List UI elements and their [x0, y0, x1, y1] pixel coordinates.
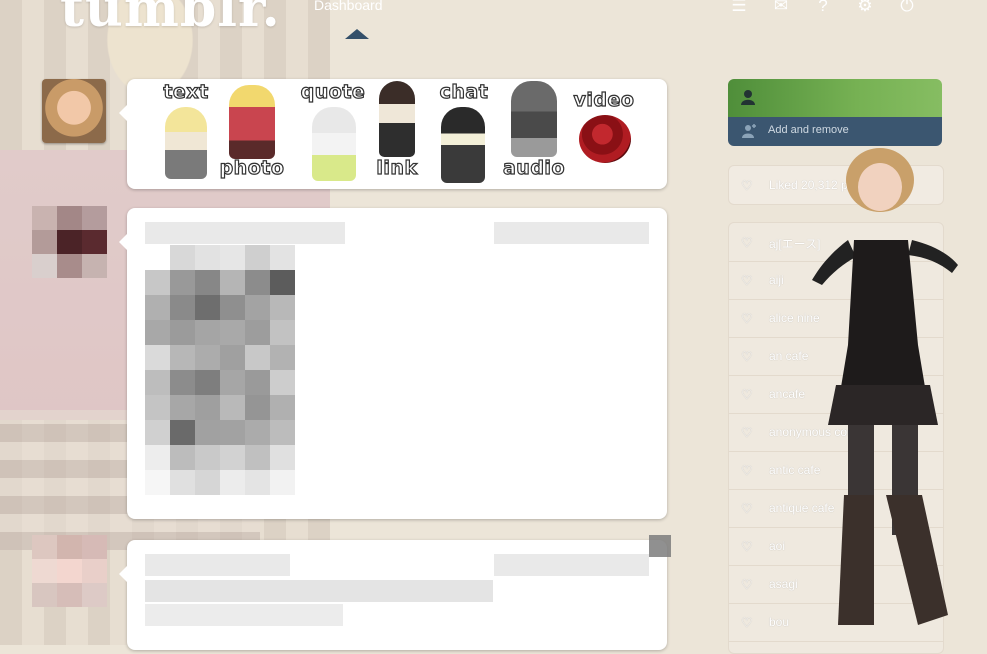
post-type-link[interactable]: link	[362, 81, 432, 180]
post-type-audio[interactable]: audio	[499, 81, 569, 180]
post-type-label: chat	[439, 80, 489, 103]
post-blog-name[interactable]	[145, 554, 290, 576]
heart-icon: ♡	[741, 463, 753, 478]
post-avatar[interactable]	[32, 206, 107, 278]
heart-icon: ♡	[741, 425, 753, 440]
post-text-line	[145, 580, 493, 602]
heart-icon: ♡	[741, 311, 753, 326]
chat-chibi-icon	[441, 107, 485, 183]
heart-icon: ♡	[741, 178, 753, 193]
post-type-selector: text photo quote link chat audio video	[119, 79, 667, 189]
add-and-remove-label: Add and remove	[768, 124, 849, 136]
heart-icon: ♡	[741, 273, 753, 288]
post-type-label: audio	[502, 156, 565, 179]
post-controls[interactable]	[494, 222, 649, 244]
post-type-label: quote	[300, 80, 366, 103]
heart-icon: ♡	[741, 235, 753, 250]
heart-icon: ♡	[741, 349, 753, 364]
tumblr-logo[interactable]: tumblr.	[60, 0, 281, 39]
quote-chibi-icon	[312, 107, 356, 181]
post-type-label: text	[163, 80, 209, 103]
post-avatar[interactable]	[32, 535, 107, 607]
following-item-label: aoi	[769, 539, 786, 553]
following-item-label: aiji	[769, 273, 784, 287]
mail-icon[interactable]: ✉	[770, 0, 792, 16]
current-user-box[interactable]	[728, 79, 942, 117]
following-item-label: ancafe	[769, 387, 806, 401]
audio-chibi-icon	[511, 81, 557, 157]
post-type-photo[interactable]: photo	[217, 85, 287, 180]
post-blog-name[interactable]	[145, 222, 345, 244]
add-user-icon	[742, 124, 756, 138]
post-type-quote[interactable]: quote	[298, 80, 368, 181]
link-chibi-icon	[379, 81, 415, 157]
gear-icon[interactable]: ⚙	[854, 0, 876, 16]
theme-model-figure	[808, 145, 968, 645]
following-item-label: bou	[769, 615, 790, 629]
list-icon[interactable]: ☰	[728, 0, 750, 16]
nav-active-indicator	[345, 29, 369, 39]
post-type-label: photo	[219, 156, 285, 179]
heart-icon: ♡	[741, 387, 753, 402]
heart-icon: ♡	[741, 615, 753, 630]
post-type-chat[interactable]: chat	[429, 80, 499, 183]
rose-icon	[579, 115, 631, 163]
post-card	[119, 540, 667, 650]
photo-chibi-icon	[229, 85, 275, 159]
post-controls[interactable]	[494, 554, 649, 576]
text-chibi-icon	[165, 107, 207, 179]
nav-dashboard[interactable]: Dashboard	[314, 0, 383, 13]
post-corner-icon[interactable]	[649, 535, 671, 557]
heart-icon: ♡	[741, 501, 753, 516]
add-and-remove-button[interactable]: Add and remove	[728, 117, 942, 146]
help-icon[interactable]: ?	[812, 0, 834, 16]
post-text-line	[145, 604, 343, 626]
post-type-text[interactable]: text	[151, 80, 221, 179]
following-item-label: an cafe	[769, 349, 809, 363]
top-icon-bar: ☰ ✉ ? ⚙ ⏻	[728, 0, 918, 16]
post-type-label: video	[573, 88, 635, 111]
post-photo[interactable]	[145, 245, 295, 495]
user-icon	[740, 89, 756, 105]
heart-icon: ♡	[741, 577, 753, 592]
post-type-label: link	[376, 156, 418, 179]
power-icon[interactable]: ⏻	[896, 0, 918, 16]
post-type-video[interactable]: video	[569, 88, 639, 163]
user-avatar[interactable]	[42, 79, 106, 143]
following-item-label: asagi	[769, 577, 798, 591]
heart-icon: ♡	[741, 539, 753, 554]
